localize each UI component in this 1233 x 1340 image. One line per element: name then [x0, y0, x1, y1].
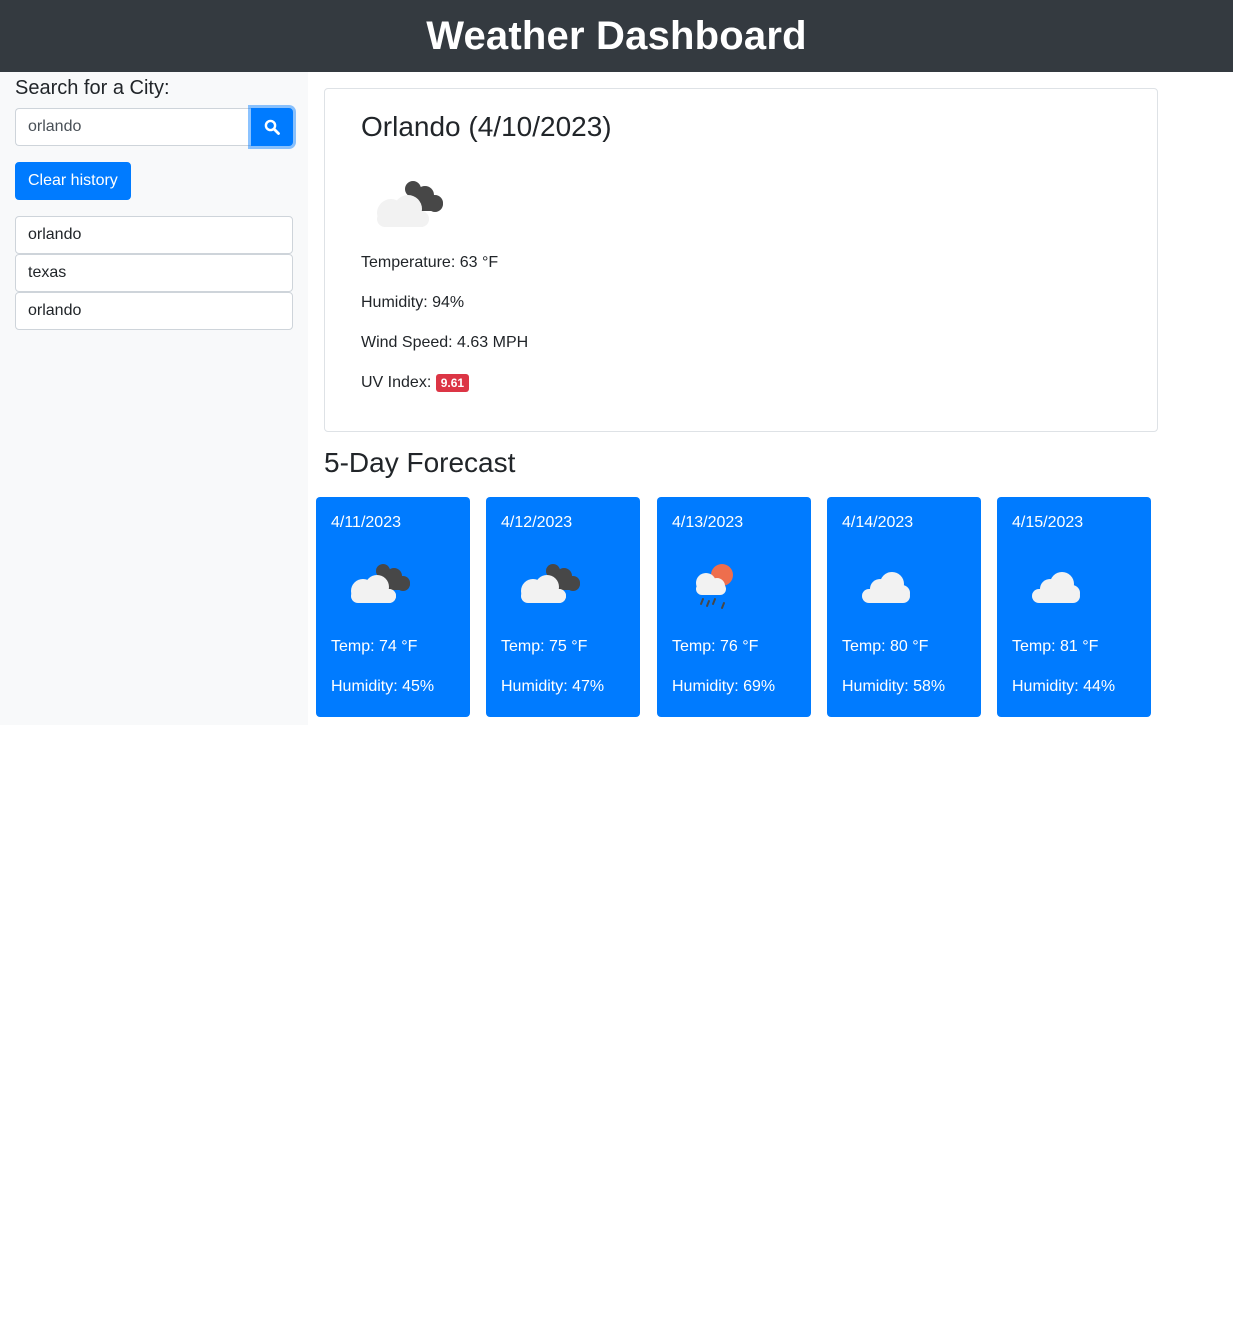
forecast-date: 4/14/2023	[842, 514, 914, 531]
current-temperature: Temperature: 63 °F	[361, 254, 499, 271]
broken-clouds-icon	[501, 557, 601, 617]
forecast-cards: 4/11/2023 Temp: 74 °F Humidity: 45% 4/12…	[316, 497, 1156, 717]
uv-label: UV Index:	[361, 374, 432, 392]
broken-clouds-icon	[331, 557, 431, 617]
current-weather-card: Orlando (4/10/2023) Temperature: 63 °F H…	[324, 88, 1158, 432]
forecast-card: 4/11/2023 Temp: 74 °F Humidity: 45%	[316, 497, 470, 717]
history-item[interactable]: orlando	[15, 292, 293, 330]
forecast-card: 4/13/2023 Temp: 76 °F Humidity: 69%	[657, 497, 811, 717]
page-title: Weather Dashboard	[426, 13, 807, 58]
forecast-card: 4/12/2023 Temp: 75 °F Humidity: 47%	[486, 497, 640, 717]
forecast-temp: Temp: 74 °F	[331, 638, 418, 655]
cloud-icon	[842, 557, 942, 617]
cloud-icon	[1012, 557, 1112, 617]
search-button[interactable]	[251, 108, 293, 146]
forecast-card: 4/14/2023 Temp: 80 °F Humidity: 58%	[827, 497, 981, 717]
current-city-title: Orlando (4/10/2023)	[361, 111, 612, 142]
forecast-date: 4/11/2023	[331, 514, 401, 531]
forecast-humidity: Humidity: 58%	[842, 678, 946, 695]
app-header: Weather Dashboard	[0, 0, 1233, 72]
search-icon	[264, 119, 280, 135]
forecast-date: 4/15/2023	[1012, 514, 1084, 531]
forecast-temp: Temp: 81 °F	[1012, 638, 1099, 655]
forecast-humidity: Humidity: 47%	[501, 678, 605, 695]
forecast-date: 4/13/2023	[672, 514, 744, 531]
clear-history-button[interactable]: Clear history	[15, 162, 131, 200]
history-item[interactable]: texas	[15, 254, 293, 292]
search-label: Search for a City:	[15, 77, 170, 99]
rain-sun-icon	[672, 557, 772, 617]
history-item[interactable]: orlando	[15, 216, 293, 254]
current-uv-index: UV Index: 9.61	[361, 374, 470, 392]
forecast-temp: Temp: 76 °F	[672, 638, 759, 655]
search-history-list: orlando texas orlando	[15, 216, 293, 330]
main-layout: Search for a City: Clear history orlando…	[0, 72, 1233, 725]
forecast-card: 4/15/2023 Temp: 81 °F Humidity: 44%	[997, 497, 1151, 717]
uv-badge: 9.61	[435, 374, 470, 392]
forecast-humidity: Humidity: 69%	[672, 678, 776, 695]
broken-clouds-icon	[361, 165, 461, 245]
current-humidity: Humidity: 94%	[361, 294, 465, 311]
sidebar: Search for a City: Clear history orlando…	[0, 72, 308, 725]
search-input[interactable]	[15, 108, 251, 146]
forecast-temp: Temp: 80 °F	[842, 638, 929, 655]
forecast-humidity: Humidity: 44%	[1012, 678, 1116, 695]
forecast-temp: Temp: 75 °F	[501, 638, 588, 655]
search-group	[15, 108, 293, 146]
forecast-title: 5-Day Forecast	[324, 447, 516, 478]
current-wind-speed: Wind Speed: 4.63 MPH	[361, 334, 529, 351]
forecast-humidity: Humidity: 45%	[331, 678, 435, 695]
forecast-date: 4/12/2023	[501, 514, 573, 531]
